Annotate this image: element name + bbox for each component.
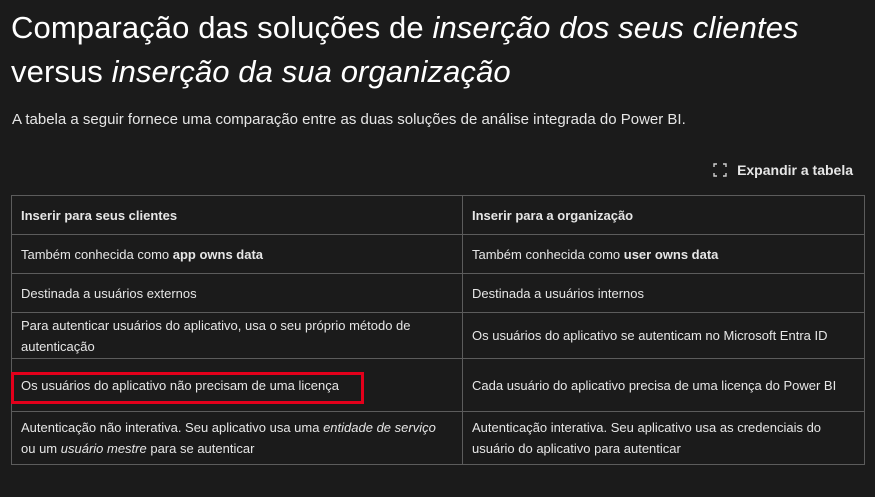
table-row: Para autenticar usuários do aplicativo, … <box>11 312 865 359</box>
table-cell: Cada usuário do aplicativo precisa de um… <box>462 358 865 412</box>
cell-italic-term: usuário mestre <box>60 441 147 456</box>
cell-bold-term: app owns data <box>172 246 264 262</box>
table-row: Também conhecida como app owns data Tamb… <box>11 234 865 274</box>
table-cell: Os usuários do aplicativo se autenticam … <box>462 312 865 359</box>
expand-table-label: Expandir a tabela <box>737 162 853 178</box>
title-emphasis-organization: inserção da sua organização <box>111 54 511 89</box>
cell-text: ou um <box>21 441 61 456</box>
cell-text: para se autenticar <box>146 441 255 456</box>
expand-icon <box>713 163 727 177</box>
expand-table-button[interactable]: Expandir a tabela <box>713 162 853 178</box>
cell-text: Também conhecida como <box>472 246 624 262</box>
table-cell: Autenticação não interativa. Seu aplicat… <box>11 411 463 465</box>
table-cell: Destinada a usuários internos <box>462 273 865 313</box>
cell-bold-term: user owns data <box>623 246 719 262</box>
intro-paragraph: A tabela a seguir fornece uma comparação… <box>12 111 686 128</box>
page: Comparação das soluções de inserção dos … <box>0 0 875 497</box>
cell-text: Autenticação não interativa. Seu aplicat… <box>21 420 324 435</box>
table-row: Destinada a usuários externos Destinada … <box>11 273 865 313</box>
title-text: Comparação das soluções de <box>11 10 433 45</box>
page-title: Comparação das soluções de inserção dos … <box>11 6 871 94</box>
column-header: Inserir para a organização <box>462 195 865 235</box>
column-header: Inserir para seus clientes <box>11 195 463 235</box>
table-cell: Também conhecida como user owns data <box>462 234 865 274</box>
table-cell: Também conhecida como app owns data <box>11 234 463 274</box>
table-cell: Autenticação interativa. Seu aplicativo … <box>462 411 865 465</box>
comparison-table: Inserir para seus clientes Inserir para … <box>11 195 865 465</box>
cell-text: Também conhecida como <box>21 246 173 262</box>
table-cell: Os usuários do aplicativo não precisam d… <box>11 358 463 412</box>
title-emphasis-clients: inserção dos seus clientes <box>432 10 799 45</box>
title-versus: versus <box>11 54 112 89</box>
table-header-row: Inserir para seus clientes Inserir para … <box>11 195 865 235</box>
table-row: Autenticação não interativa. Seu aplicat… <box>11 411 865 465</box>
table-row: Os usuários do aplicativo não precisam d… <box>11 358 865 412</box>
table-cell: Destinada a usuários externos <box>11 273 463 313</box>
table-cell: Para autenticar usuários do aplicativo, … <box>11 312 463 359</box>
cell-italic-term: entidade de serviço <box>323 420 436 435</box>
